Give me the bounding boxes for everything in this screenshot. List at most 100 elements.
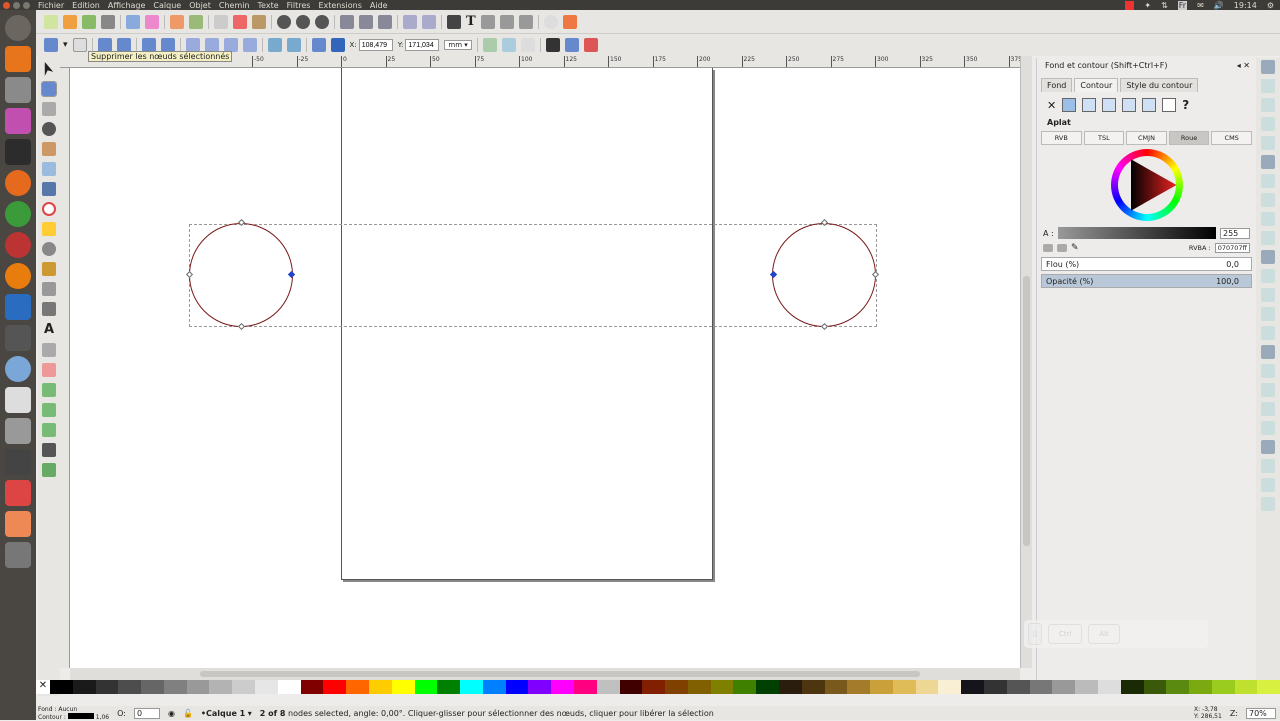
color-swatch[interactable]	[573, 680, 597, 694]
color-swatch[interactable]	[300, 680, 324, 694]
dropbox-icon[interactable]: ✦	[1144, 1, 1151, 10]
color-swatch[interactable]	[255, 680, 278, 694]
snap-toggle-icon[interactable]	[1261, 212, 1275, 226]
align-icon[interactable]	[518, 14, 533, 29]
node-auto-icon[interactable]	[242, 38, 257, 52]
delete-segment-icon[interactable]	[160, 38, 175, 52]
show-handles-icon[interactable]	[482, 38, 497, 52]
select-original-icon[interactable]	[378, 14, 392, 29]
horizontal-scrollbar[interactable]	[70, 668, 1020, 680]
files-icon[interactable]	[5, 77, 31, 103]
layers-icon[interactable]	[480, 14, 495, 29]
color-swatch[interactable]	[1075, 680, 1098, 694]
color-swatch[interactable]	[847, 680, 871, 694]
spiral-tool-icon[interactable]	[42, 242, 56, 256]
x-input[interactable]	[358, 39, 393, 51]
group-icon[interactable]	[403, 14, 417, 29]
color-swatch[interactable]	[368, 680, 392, 694]
cut-icon[interactable]	[233, 14, 247, 29]
mode-tsl[interactable]: TSL	[1083, 131, 1125, 145]
insert-node-dropdown-icon[interactable]: ▾	[63, 40, 68, 50]
no-color-swatch[interactable]: ✕	[36, 680, 50, 694]
color-wheel[interactable]	[1110, 149, 1183, 221]
close-dialog-icon[interactable]: ✕	[1243, 61, 1250, 70]
app-icon[interactable]	[5, 325, 31, 351]
path-effect-icon[interactable]	[583, 38, 598, 52]
color-swatch[interactable]	[391, 680, 415, 694]
snap-toggle-icon[interactable]	[1261, 497, 1275, 511]
color-swatch[interactable]	[596, 680, 620, 694]
snap-toggle-icon[interactable]	[1261, 402, 1275, 416]
keyboard-layout[interactable]: Fr	[1177, 0, 1188, 10]
blur-slider[interactable]: Flou (%) 0,0	[1041, 257, 1252, 271]
color-swatch[interactable]	[505, 680, 529, 694]
tweak-tool-icon[interactable]	[42, 102, 56, 116]
color-swatch[interactable]	[733, 680, 757, 694]
xml-editor-icon[interactable]	[499, 14, 514, 29]
color-swatch[interactable]	[1211, 680, 1235, 694]
color-swatch[interactable]	[1029, 680, 1053, 694]
new-document-icon[interactable]	[44, 14, 58, 29]
alpha-input[interactable]: 255	[1220, 227, 1250, 239]
zoom-drawing-icon[interactable]	[296, 14, 310, 29]
menu-fichier[interactable]: Fichier	[38, 1, 64, 10]
snap-toggle-icon[interactable]	[1261, 326, 1275, 340]
opacity-input[interactable]: 0	[133, 707, 160, 719]
color-swatch[interactable]	[1166, 680, 1190, 694]
color-swatch[interactable]	[414, 680, 438, 694]
join-nodes-icon[interactable]	[97, 38, 112, 52]
color-swatch[interactable]	[824, 680, 848, 694]
snap-toggle-icon[interactable]	[1261, 136, 1275, 150]
flat-color-icon[interactable]	[1062, 98, 1077, 112]
mode-rvb[interactable]: RVB	[1041, 131, 1082, 145]
tab-contour[interactable]: Contour	[1074, 78, 1119, 92]
color-swatch[interactable]	[346, 680, 369, 694]
color-swatch[interactable]	[642, 680, 666, 694]
open-icon[interactable]	[63, 14, 77, 29]
app-icon[interactable]	[5, 201, 31, 227]
redo-icon[interactable]	[189, 14, 203, 29]
radial-gradient-icon[interactable]	[1102, 98, 1117, 112]
color-swatch[interactable]	[1006, 680, 1030, 694]
menu-filtres[interactable]: Filtres	[287, 1, 311, 10]
measure-tool-icon[interactable]	[42, 142, 56, 156]
zoom-input[interactable]: 70%	[1246, 707, 1276, 719]
tab-style-du-contour[interactable]: Style du contour	[1120, 78, 1199, 92]
mail-icon[interactable]: ✉	[1197, 1, 1204, 10]
selector-tool-icon[interactable]	[44, 62, 54, 76]
vertical-scrollbar[interactable]	[1020, 56, 1032, 668]
color-swatch[interactable]	[437, 680, 461, 694]
mesh-gradient-icon[interactable]	[1122, 98, 1137, 112]
menu-affichage[interactable]: Affichage	[108, 1, 146, 10]
inkscape-icon[interactable]	[5, 449, 31, 475]
snap-toggle-icon[interactable]	[1261, 250, 1275, 264]
opacity-slider[interactable]: Opacité (%) 100,0	[1041, 274, 1252, 288]
preferences-icon[interactable]	[543, 14, 558, 29]
clock[interactable]: 19:14	[1234, 1, 1257, 10]
snap-toggle-icon[interactable]	[1261, 193, 1275, 207]
app-icon[interactable]	[5, 108, 31, 134]
text-tool-icon[interactable]: A	[44, 322, 54, 337]
fill-stroke-icon[interactable]	[447, 14, 461, 29]
bucket-tool-icon[interactable]	[42, 383, 56, 397]
app-icon[interactable]	[5, 356, 31, 382]
show-clip-icon[interactable]	[520, 38, 535, 52]
print-icon[interactable]	[101, 14, 115, 29]
app-icon[interactable]	[5, 511, 31, 537]
snap-toggle-icon[interactable]	[1261, 155, 1275, 169]
color-swatch[interactable]	[323, 680, 347, 694]
color-swatch[interactable]	[277, 680, 301, 694]
zoom-page-icon[interactable]	[315, 14, 329, 29]
star-tool-icon[interactable]	[42, 222, 56, 236]
color-swatch[interactable]	[551, 680, 574, 694]
color-swatch[interactable]	[801, 680, 825, 694]
snap-toggle-icon[interactable]	[1261, 269, 1275, 283]
collapse-dialog-icon[interactable]: ◂	[1237, 61, 1241, 70]
settings-gear-icon[interactable]: ⚙	[1267, 1, 1274, 10]
linear-gradient-icon[interactable]	[1082, 98, 1097, 112]
fill-value[interactable]: Aucun	[58, 706, 77, 713]
dropper-tool-icon[interactable]	[42, 443, 56, 457]
transform-handles-icon[interactable]	[545, 38, 560, 52]
layer-lock-icon[interactable]: 🔓	[183, 709, 193, 718]
color-swatch[interactable]	[141, 680, 164, 694]
